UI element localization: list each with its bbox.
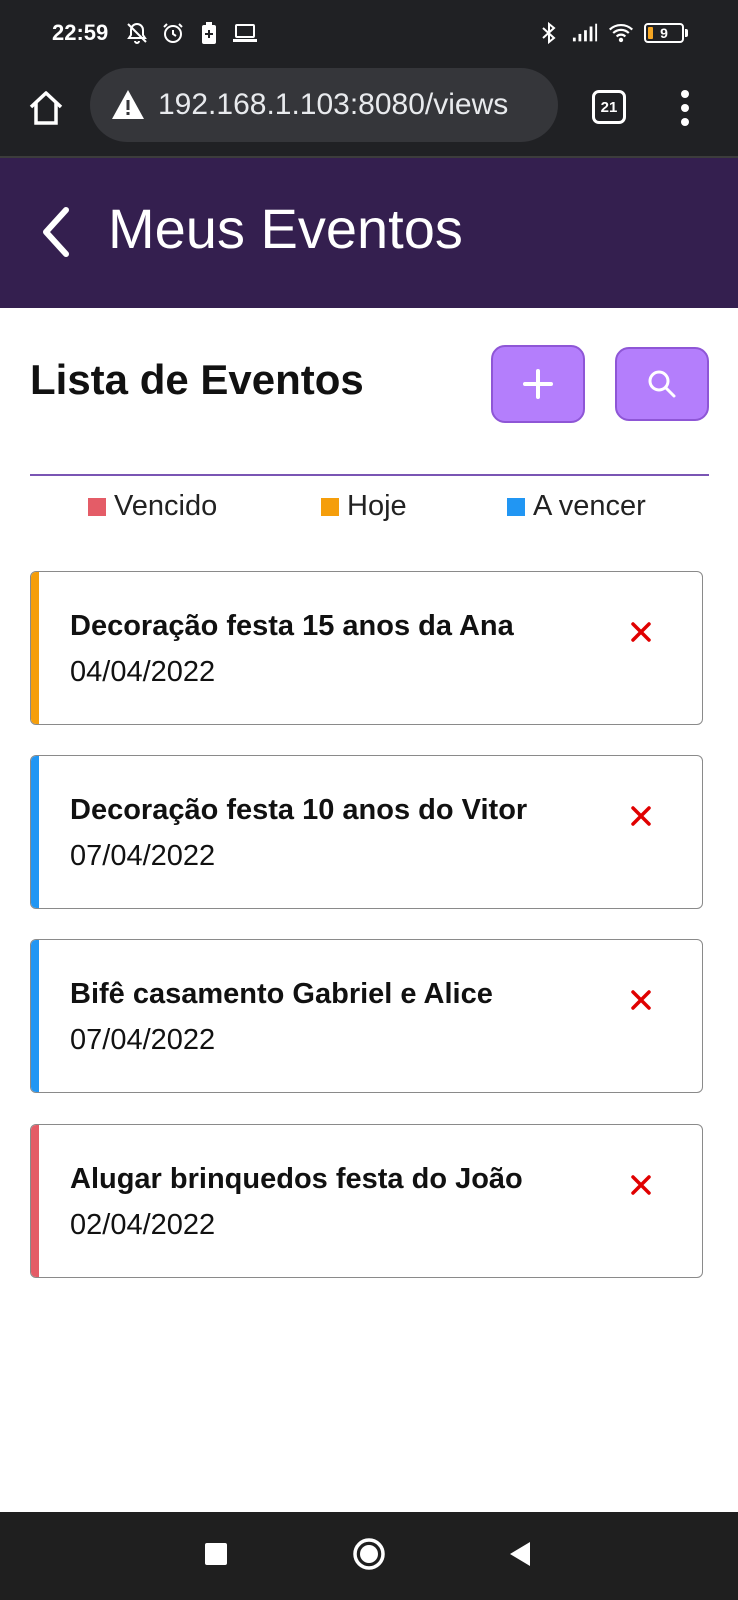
add-event-button[interactable] xyxy=(491,345,585,423)
page-title: Meus Eventos xyxy=(108,197,463,260)
legend-label: A vencer xyxy=(533,490,646,522)
battery-level: 9 xyxy=(660,25,668,41)
status-stripe xyxy=(31,756,39,908)
event-title: Bifê casamento Gabriel e Alice xyxy=(70,978,493,1010)
event-card[interactable]: Decoração festa 15 anos da Ana 04/04/202… xyxy=(30,571,703,725)
bluetooth-icon xyxy=(536,20,562,46)
app-header: Meus Eventos xyxy=(0,158,738,308)
warning-icon[interactable] xyxy=(110,87,146,123)
delete-icon[interactable] xyxy=(627,618,655,646)
event-date: 04/04/2022 xyxy=(70,656,216,688)
home-circle-icon[interactable] xyxy=(352,1537,386,1571)
event-title: Decoração festa 10 anos do Vitor xyxy=(70,794,528,826)
status-bar: 22:59 9 xyxy=(0,0,738,66)
legend-item-hoje: Hoje xyxy=(321,490,407,523)
browser-toolbar: 192.168.1.103:8080/views 21 xyxy=(0,66,738,158)
event-date: 02/04/2022 xyxy=(70,1209,216,1241)
legend-swatch xyxy=(88,497,106,516)
recents-icon[interactable] xyxy=(205,1543,227,1565)
legend-label: Hoje xyxy=(347,490,407,522)
delete-icon[interactable] xyxy=(627,1171,655,1199)
tab-switcher-button[interactable]: 21 xyxy=(592,90,626,124)
event-card[interactable]: Decoração festa 10 anos do Vitor 07/04/2… xyxy=(30,755,703,909)
home-icon[interactable] xyxy=(26,88,66,128)
wifi-icon xyxy=(608,20,634,46)
delete-icon[interactable] xyxy=(627,802,655,830)
back-triangle-icon[interactable] xyxy=(508,1540,532,1568)
divider xyxy=(30,474,709,476)
event-date: 07/04/2022 xyxy=(70,840,216,872)
bell-off-icon xyxy=(124,20,150,46)
legend-swatch xyxy=(321,497,339,516)
plus-icon xyxy=(523,369,553,399)
search-icon xyxy=(648,370,676,398)
list-title: Lista de Eventos xyxy=(30,356,364,403)
legend: Vencido Hoje A vencer xyxy=(0,490,738,530)
event-title: Alugar brinquedos festa do João xyxy=(70,1163,523,1195)
event-date: 07/04/2022 xyxy=(70,1024,216,1056)
url-text[interactable]: 192.168.1.103:8080/views xyxy=(158,88,508,122)
event-title: Decoração festa 15 anos da Ana xyxy=(70,610,514,642)
legend-label: Vencido xyxy=(114,490,218,522)
system-nav-bar xyxy=(0,1512,738,1600)
status-stripe xyxy=(31,1125,39,1277)
battery-icon: 9 xyxy=(644,23,688,43)
overflow-menu-icon[interactable] xyxy=(670,88,700,128)
status-time: 22:59 xyxy=(52,20,109,45)
address-bar[interactable]: 192.168.1.103:8080/views xyxy=(90,68,558,142)
event-card[interactable]: Bifê casamento Gabriel e Alice 07/04/202… xyxy=(30,939,703,1093)
alarm-icon xyxy=(160,20,186,46)
laptop-icon xyxy=(232,20,258,46)
event-card[interactable]: Alugar brinquedos festa do João 02/04/20… xyxy=(30,1124,703,1278)
back-arrow-icon[interactable] xyxy=(36,202,76,262)
status-stripe xyxy=(31,940,39,1092)
delete-icon[interactable] xyxy=(627,986,655,1014)
legend-swatch xyxy=(507,497,525,516)
status-stripe xyxy=(31,572,39,724)
battery-saver-icon xyxy=(196,20,222,46)
signal-icon xyxy=(572,20,598,46)
legend-item-a-vencer: A vencer xyxy=(507,490,646,523)
legend-item-vencido: Vencido xyxy=(88,490,217,523)
search-button[interactable] xyxy=(615,347,709,421)
